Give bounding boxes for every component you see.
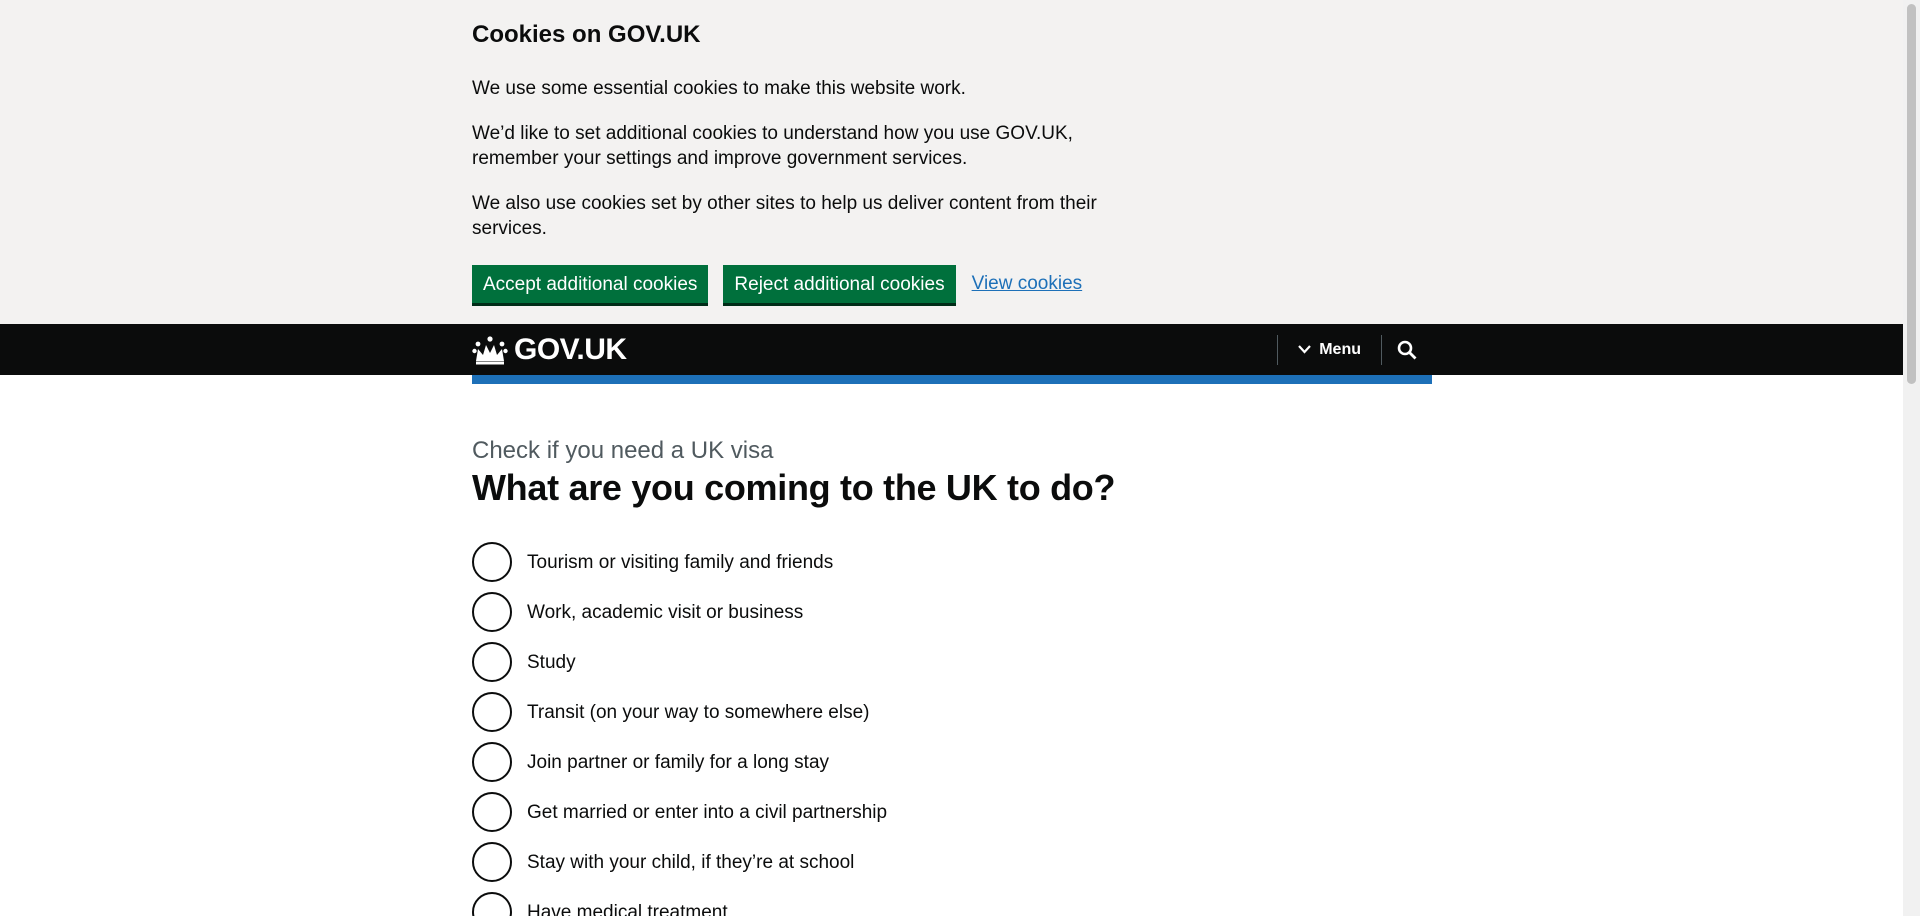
radio-input[interactable]: [472, 692, 512, 732]
radio-input[interactable]: [472, 892, 512, 916]
radio-label: Transit (on your way to somewhere else): [527, 701, 870, 723]
cookie-banner: Cookies on GOV.UK We use some essential …: [0, 0, 1903, 324]
page-title: What are you coming to the UK to do?: [472, 467, 1116, 508]
scrollbar-thumb[interactable]: [1907, 4, 1916, 384]
menu-button[interactable]: Menu: [1278, 324, 1381, 375]
radio-input[interactable]: [472, 792, 512, 832]
cookie-actions: Accept additional cookies Reject additio…: [472, 265, 1432, 303]
radio-input[interactable]: [472, 842, 512, 882]
radio-input[interactable]: [472, 592, 512, 632]
radio-label: Stay with your child, if they’re at scho…: [527, 851, 855, 873]
reject-cookies-button[interactable]: Reject additional cookies: [723, 265, 956, 303]
cookie-banner-title: Cookies on GOV.UK: [472, 21, 701, 48]
search-button[interactable]: [1382, 324, 1432, 375]
header-actions: Menu: [1277, 324, 1432, 375]
radio-label: Tourism or visiting family and friends: [527, 551, 834, 573]
radio-label: Have medical treatment: [527, 901, 728, 916]
radio-label: Study: [527, 651, 576, 673]
view-cookies-link[interactable]: View cookies: [972, 273, 1083, 295]
radio-option-family[interactable]: Join partner or family for a long stay: [472, 742, 1432, 782]
page: Cookies on GOV.UK We use some essential …: [0, 0, 1903, 916]
chevron-down-icon: [1298, 345, 1312, 354]
radio-option-medical[interactable]: Have medical treatment: [472, 892, 1432, 916]
cookie-text-additional: We’d like to set additional cookies to u…: [472, 123, 1073, 169]
cookie-text-third-party: We also use cookies set by other sites t…: [472, 193, 1097, 239]
cookie-text-essential: We use some essential cookies to make th…: [472, 78, 966, 99]
radio-label: Join partner or family for a long stay: [527, 751, 830, 773]
radio-label: Get married or enter into a civil partne…: [527, 801, 888, 823]
site-header: GOV.UK Menu: [0, 324, 1903, 375]
radio-option-transit[interactable]: Transit (on your way to somewhere else): [472, 692, 1432, 732]
govuk-logo-link[interactable]: GOV.UK: [472, 333, 627, 367]
main-content: Check if you need a UK visa What are you…: [472, 375, 1432, 916]
radio-input[interactable]: [472, 742, 512, 782]
search-icon: [1397, 340, 1417, 359]
radio-option-marriage[interactable]: Get married or enter into a civil partne…: [472, 792, 1432, 832]
radio-label: Work, academic visit or business: [527, 601, 804, 623]
purpose-radio-group: Tourism or visiting family and friends W…: [472, 542, 1432, 916]
radio-input[interactable]: [472, 642, 512, 682]
radio-option-study[interactable]: Study: [472, 642, 1432, 682]
page-caption: Check if you need a UK visa: [472, 437, 774, 464]
radio-option-work[interactable]: Work, academic visit or business: [472, 592, 1432, 632]
page-scrollbar[interactable]: [1903, 0, 1920, 916]
radio-option-child-school[interactable]: Stay with your child, if they’re at scho…: [472, 842, 1432, 882]
accept-cookies-button[interactable]: Accept additional cookies: [472, 265, 709, 303]
crown-icon: [472, 335, 508, 364]
menu-label: Menu: [1319, 340, 1361, 358]
header-blue-bar: [472, 375, 1432, 384]
logo-text: GOV.UK: [514, 332, 627, 366]
radio-option-tourism[interactable]: Tourism or visiting family and friends: [472, 542, 1432, 582]
radio-input[interactable]: [472, 542, 512, 582]
